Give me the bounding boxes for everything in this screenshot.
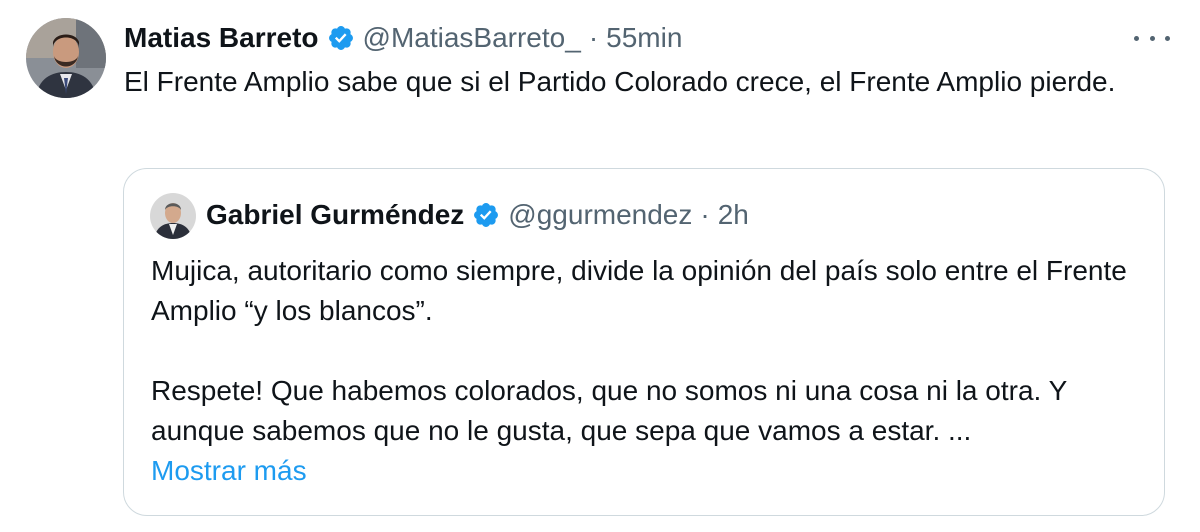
tweet: Matias Barreto @MatiasBarreto_ · 55min E… (0, 0, 1200, 532)
tweet-header: Matias Barreto @MatiasBarreto_ · 55min (124, 18, 682, 58)
quoted-author-avatar (150, 193, 196, 239)
quoted-paragraph-2: Respete! Que habemos colorados, que no s… (151, 375, 1067, 446)
quoted-author-handle: @ggurmendez (508, 199, 693, 230)
show-more-link[interactable]: Mostrar más (151, 451, 307, 491)
verified-badge-icon (472, 201, 500, 229)
more-options-icon[interactable] (1134, 28, 1170, 48)
author-avatar[interactable] (26, 18, 106, 98)
quoted-author-name: Gabriel Gurméndez (206, 199, 465, 230)
quoted-tweet-header: Gabriel Gurméndez @ggurmendez · 2h (206, 197, 749, 233)
author-name[interactable]: Matias Barreto (124, 22, 319, 54)
quoted-tweet-text: Mujica, autoritario como siempre, divide… (151, 251, 1141, 451)
quoted-tweet-card[interactable]: Gabriel Gurméndez @ggurmendez · 2h Mujic… (123, 168, 1165, 516)
tweet-text: El Frente Amplio sabe que si el Partido … (124, 66, 1116, 97)
tweet-timestamp[interactable]: 55min (606, 22, 682, 54)
quoted-paragraph-1: Mujica, autoritario como siempre, divide… (151, 255, 1127, 326)
separator-dot: · (700, 199, 710, 230)
separator-dot: · (588, 22, 599, 53)
verified-badge-icon (327, 24, 355, 52)
author-handle[interactable]: @MatiasBarreto_ (363, 22, 581, 54)
quoted-tweet-timestamp: 2h (717, 199, 749, 230)
